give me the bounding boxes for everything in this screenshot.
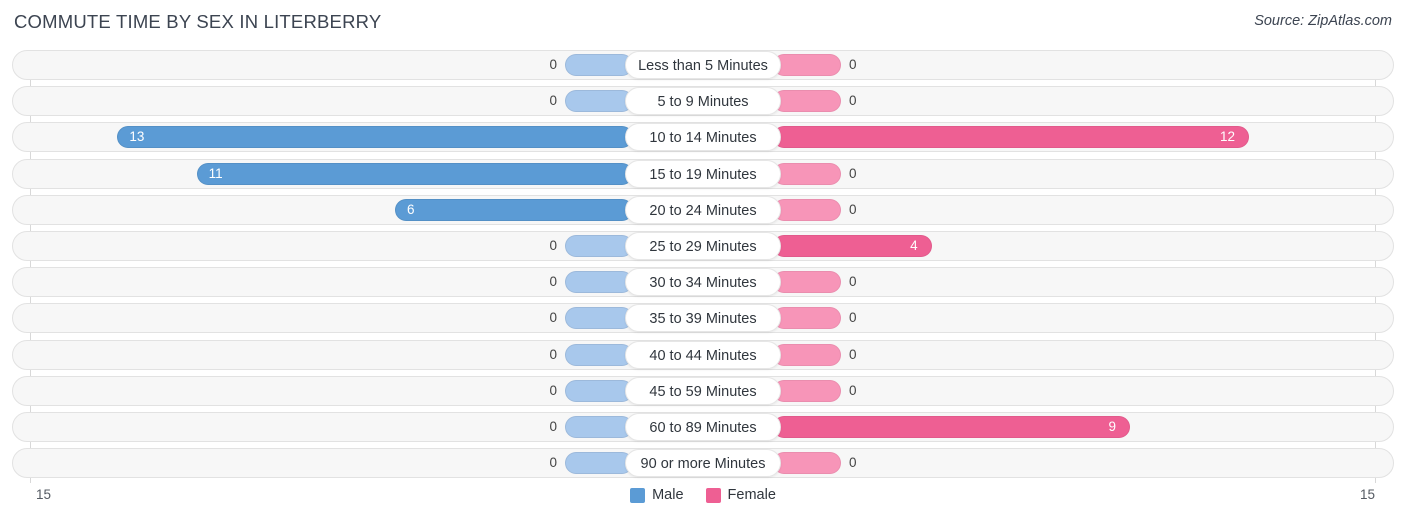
category-label-pill: 10 to 14 Minutes bbox=[625, 123, 781, 152]
bar-female[interactable] bbox=[773, 379, 841, 402]
bar-value-male: 6 bbox=[407, 201, 415, 217]
category-label-pill: 60 to 89 Minutes bbox=[625, 413, 781, 441]
chart-row: 11 0 15 to 19 Minutes bbox=[12, 158, 1394, 189]
category-label-pill: 40 to 44 Minutes bbox=[625, 340, 781, 369]
legend-swatch-female-icon bbox=[705, 487, 721, 503]
bar-value-male: 11 bbox=[208, 165, 223, 181]
bar-value-female: 4 bbox=[910, 238, 918, 253]
chart-row: 13 12 10 to 14 Minutes bbox=[12, 122, 1394, 153]
bar-female[interactable] bbox=[773, 198, 841, 221]
chart-footer: 15 15 Male Female bbox=[0, 483, 1406, 523]
chart-row: 0 0 Less than 5 Minutes bbox=[12, 50, 1394, 80]
bar-value-male: 0 bbox=[549, 57, 557, 72]
legend-item-male[interactable]: Male bbox=[630, 487, 684, 503]
bar-female[interactable] bbox=[773, 452, 841, 475]
bar-value-female: 0 bbox=[849, 346, 857, 362]
bar-female[interactable] bbox=[773, 162, 841, 185]
bar-value-female: 0 bbox=[849, 310, 857, 326]
bar-value-female: 12 bbox=[1219, 129, 1235, 145]
bar-value-male: 0 bbox=[549, 455, 557, 471]
chart-row: 0 0 35 to 39 Minutes bbox=[12, 303, 1394, 334]
chart-row: 0 4 25 to 29 Minutes bbox=[12, 231, 1394, 261]
chart-row: 0 0 5 to 9 Minutes bbox=[12, 86, 1394, 117]
bar-male[interactable] bbox=[565, 452, 633, 475]
category-label-pill: Less than 5 Minutes bbox=[625, 51, 781, 79]
chart-row: 0 9 60 to 89 Minutes bbox=[12, 412, 1394, 442]
bar-male[interactable] bbox=[196, 162, 633, 185]
bar-value-female: 0 bbox=[849, 455, 857, 471]
bar-value-male: 0 bbox=[549, 310, 557, 326]
chart-row: 0 0 30 to 34 Minutes bbox=[12, 267, 1394, 298]
chart-header: COMMUTE TIME BY SEX IN LITERBERRY Source… bbox=[0, 0, 1406, 46]
legend-swatch-male-icon bbox=[630, 487, 646, 503]
legend-item-female[interactable]: Female bbox=[705, 487, 776, 503]
category-label-pill: 35 to 39 Minutes bbox=[625, 304, 781, 333]
category-label-pill: 15 to 19 Minutes bbox=[625, 159, 781, 188]
bar-male[interactable] bbox=[395, 198, 633, 221]
bar-male[interactable] bbox=[565, 379, 633, 402]
bar-value-female: 9 bbox=[1108, 419, 1116, 434]
bar-value-male: 0 bbox=[549, 382, 557, 398]
bar-value-female: 0 bbox=[849, 165, 857, 181]
page-title: COMMUTE TIME BY SEX IN LITERBERRY bbox=[14, 11, 382, 32]
category-label-pill: 30 to 34 Minutes bbox=[625, 268, 781, 297]
bar-male[interactable] bbox=[565, 90, 633, 113]
bar-male[interactable] bbox=[565, 307, 633, 330]
category-label-pill: 45 to 59 Minutes bbox=[625, 376, 781, 405]
bar-value-female: 0 bbox=[849, 201, 857, 217]
category-label-pill: 90 or more Minutes bbox=[625, 449, 781, 478]
bar-value-female: 0 bbox=[849, 382, 857, 398]
chart-row: 0 0 40 to 44 Minutes bbox=[12, 339, 1394, 370]
bar-value-female: 0 bbox=[849, 274, 857, 290]
bar-value-female: 0 bbox=[849, 93, 857, 109]
bar-value-male: 0 bbox=[549, 419, 557, 434]
bar-male[interactable] bbox=[565, 416, 633, 438]
chart-row: 0 0 45 to 59 Minutes bbox=[12, 375, 1394, 406]
chart-row: 0 0 90 or more Minutes bbox=[12, 448, 1394, 479]
bar-value-male: 0 bbox=[549, 346, 557, 362]
category-label-pill: 25 to 29 Minutes bbox=[625, 232, 781, 260]
bar-value-male: 0 bbox=[549, 274, 557, 290]
chart-legend: Male Female bbox=[0, 487, 1406, 503]
source-attribution: Source: ZipAtlas.com bbox=[1254, 13, 1392, 29]
category-label-pill: 5 to 9 Minutes bbox=[625, 87, 781, 116]
legend-label-female: Female bbox=[727, 487, 776, 503]
bar-value-male: 0 bbox=[549, 238, 557, 253]
bar-female[interactable] bbox=[773, 90, 841, 113]
bar-male[interactable] bbox=[565, 54, 633, 76]
bar-value-male: 13 bbox=[129, 129, 145, 145]
bar-value-female: 0 bbox=[849, 57, 857, 72]
chart-plot-area: 0 0 Less than 5 Minutes 0 0 5 to 9 Minutes 13 1… bbox=[0, 50, 1406, 483]
bar-male[interactable] bbox=[565, 343, 633, 366]
bar-female[interactable] bbox=[773, 307, 841, 330]
legend-label-male: Male bbox=[652, 487, 684, 503]
bar-female[interactable] bbox=[773, 271, 841, 294]
bar-male[interactable] bbox=[565, 235, 633, 257]
category-label-pill: 20 to 24 Minutes bbox=[625, 195, 781, 224]
bar-female[interactable] bbox=[773, 54, 841, 76]
bar-male[interactable] bbox=[117, 126, 633, 149]
chart-row: 6 0 20 to 24 Minutes bbox=[12, 194, 1394, 225]
bar-female[interactable] bbox=[773, 343, 841, 366]
bar-value-male: 0 bbox=[549, 93, 557, 109]
bar-male[interactable] bbox=[565, 271, 633, 294]
